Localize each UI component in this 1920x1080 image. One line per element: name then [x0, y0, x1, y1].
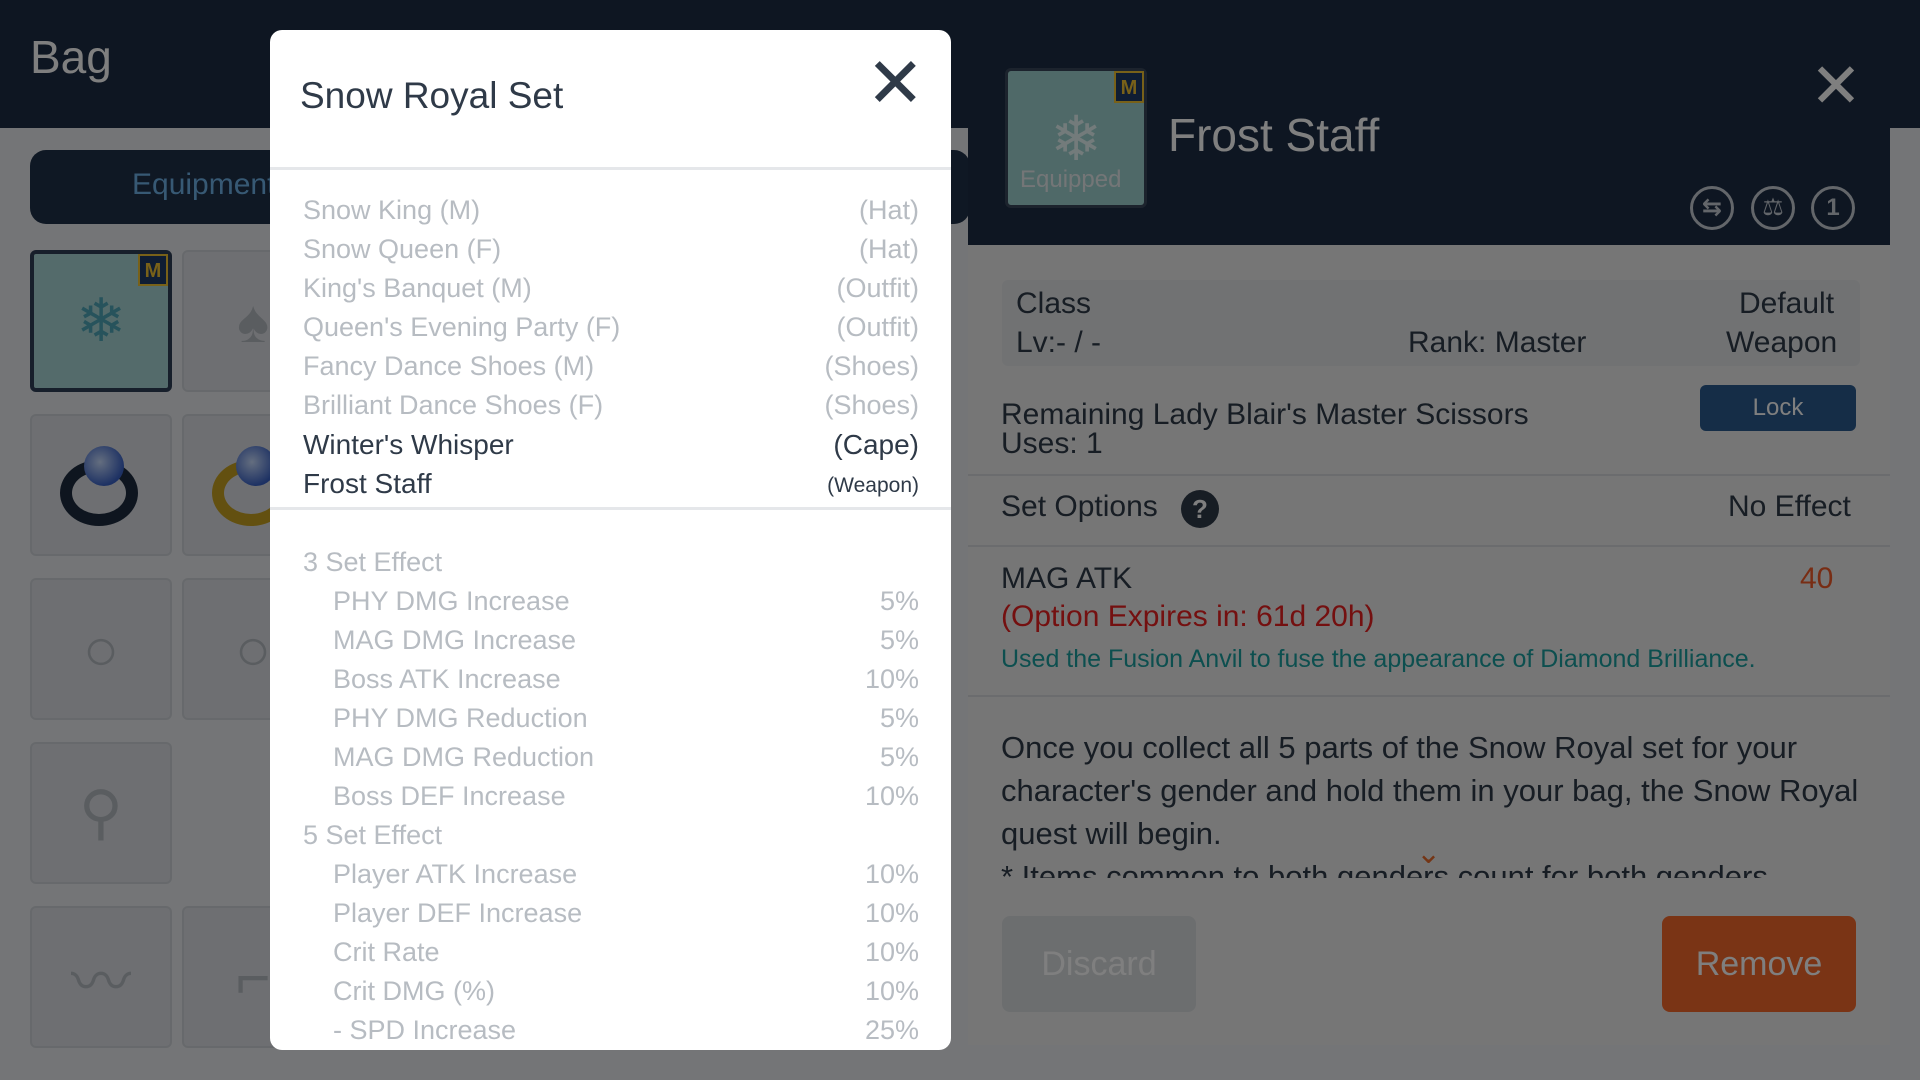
set-item-slot: (Outfit): [836, 312, 919, 342]
set-effect-row: MAG DMG Increase 5%: [303, 625, 919, 664]
set-effect-row: Boss ATK Increase 10%: [303, 664, 919, 703]
set-info-modal: Snow Royal Set ✕ Snow King (M) (Hat) Snow …: [270, 30, 951, 1050]
set-item-row: Fancy Dance Shoes (M) (Shoes): [303, 351, 919, 390]
set-item-row: Winter's Whisper (Cape): [303, 429, 919, 468]
set-effect-name: PHY DMG Reduction: [333, 703, 588, 733]
set-item-row: Brilliant Dance Shoes (F) (Shoes): [303, 390, 919, 429]
set-item-name: Queen's Evening Party (F): [303, 312, 621, 342]
set-item-slot: (Hat): [859, 234, 919, 264]
set-effect-row: Player DEF Increase 10%: [303, 898, 919, 937]
set-effect-value: 10%: [864, 664, 919, 694]
set-effect-name: Player ATK Increase: [333, 859, 578, 889]
set-effect-name: Boss DEF Increase: [333, 781, 566, 811]
set-item-row: King's Banquet (M) (Outfit): [303, 273, 919, 312]
set-effect-row: PHY DMG Reduction 5%: [303, 703, 919, 742]
set-effect-name: Crit DMG (%): [333, 976, 495, 1006]
set-effect-row: Boss DEF Increase 10%: [303, 781, 919, 820]
set-item-slot: (Outfit): [836, 273, 919, 303]
set-item-slot: (Hat): [859, 195, 919, 225]
set-item-row: Queen's Evening Party (F) (Outfit): [303, 312, 919, 351]
set-effect-header-label: 3 Set Effect: [303, 547, 443, 577]
set-effect-value: 10%: [864, 859, 919, 889]
set-effect-name: Player DEF Increase: [333, 898, 583, 928]
set-effect-value: 10%: [864, 781, 919, 811]
set-effect-row: Crit DMG (%) 10%: [303, 976, 919, 1015]
set-effect-value: 5%: [879, 703, 919, 733]
set-effect-name: MAG DMG Increase: [333, 625, 577, 655]
set-effect-name: - SPD Increase: [333, 1015, 517, 1045]
set-item-row: Snow Queen (F) (Hat): [303, 234, 919, 273]
set-effect-row: MAG DMG Reduction 5%: [303, 742, 919, 781]
set-item-name: Fancy Dance Shoes (M): [303, 351, 595, 381]
set-item-row: Snow King (M) (Hat): [303, 195, 919, 234]
set-effect-value: 10%: [864, 937, 919, 967]
set-effect-value: 5%: [879, 625, 919, 655]
set-item-name: Snow King (M): [303, 195, 481, 225]
set-item-slot: (Weapon): [827, 474, 919, 497]
set-item-name: Snow Queen (F): [303, 234, 502, 264]
set-effect-name: Crit Rate: [333, 937, 440, 967]
set-effect-header: 5 Set Effect: [303, 820, 919, 859]
set-effect-row: PHY DMG Increase 5%: [303, 586, 919, 625]
set-item-slot: (Shoes): [824, 390, 919, 420]
set-effect-value: 10%: [864, 898, 919, 928]
set-effect-row: Crit Rate 10%: [303, 937, 919, 976]
set-effect-name: MAG DMG Reduction: [333, 742, 595, 772]
divider: [270, 167, 951, 170]
set-effect-value: 5%: [879, 742, 919, 772]
close-icon[interactable]: ✕: [866, 48, 925, 118]
set-item-name: Frost Staff: [303, 468, 432, 499]
set-item-slot: (Shoes): [824, 351, 919, 381]
divider: [270, 507, 951, 510]
set-item-name: Winter's Whisper: [303, 429, 514, 460]
set-effect-name: PHY DMG Increase: [333, 586, 570, 616]
set-item-name: King's Banquet (M): [303, 273, 532, 303]
set-effect-header-label: 5 Set Effect: [303, 820, 443, 850]
set-effect-header: 3 Set Effect: [303, 547, 919, 586]
set-item-row: Frost Staff (Weapon): [303, 468, 919, 507]
set-effect-value: 5%: [879, 586, 919, 616]
set-effect-row: - SPD Increase 25%: [303, 1015, 919, 1050]
set-item-slot: (Cape): [833, 429, 919, 460]
set-effect-name: Boss ATK Increase: [333, 664, 561, 694]
set-effect-value: 10%: [864, 976, 919, 1006]
set-effect-row: Player ATK Increase 10%: [303, 859, 919, 898]
set-effect-value: 25%: [864, 1015, 919, 1045]
modal-title: Snow Royal Set: [300, 75, 564, 116]
set-item-name: Brilliant Dance Shoes (F): [303, 390, 604, 420]
